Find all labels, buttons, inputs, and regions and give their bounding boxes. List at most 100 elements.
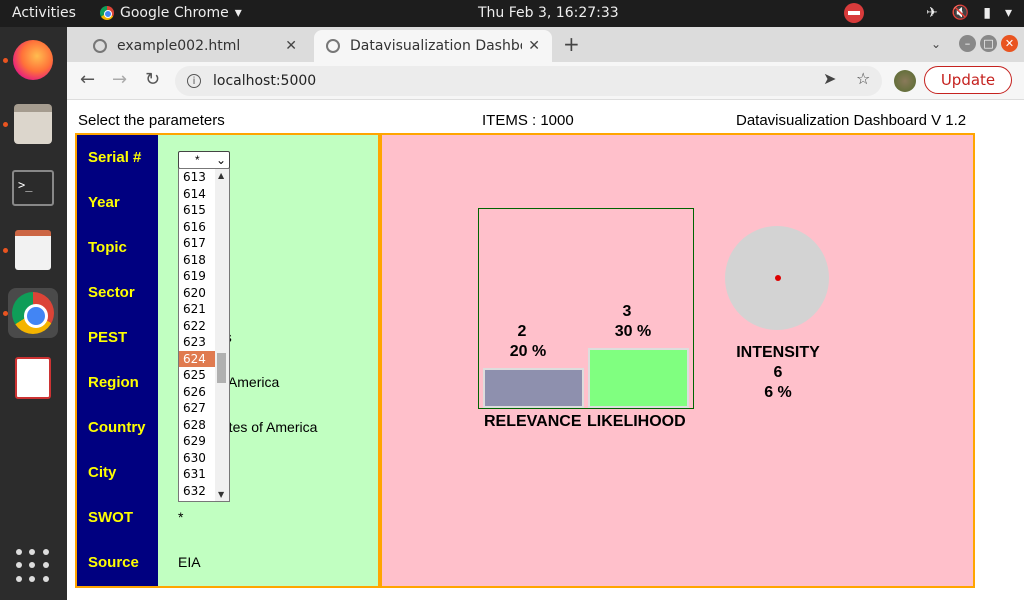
volume-muted-icon: 🔇 — [951, 5, 970, 21]
reload-button[interactable]: ↻ — [145, 69, 160, 90]
close-tab-icon[interactable]: ✕ — [528, 38, 540, 54]
param-value[interactable]: EIA — [178, 554, 201, 570]
bar-value-label: 3 — [622, 303, 632, 320]
param-label: Serial # — [88, 149, 142, 166]
system-top-bar: Activities Google Chrome ▾ Thu Feb 3, 16… — [0, 0, 1024, 27]
dock-terminal[interactable]: >_ — [8, 163, 58, 213]
scroll-up-icon[interactable]: ▲ — [218, 171, 224, 180]
globe-icon — [326, 39, 340, 53]
param-label: Sector — [88, 284, 135, 301]
dropdown-option[interactable]: 617 — [179, 235, 215, 252]
text-editor-icon — [15, 230, 51, 270]
intensity-percent: 6 % — [764, 384, 792, 401]
dropdown-option[interactable]: 618 — [179, 252, 215, 269]
no-entry-icon[interactable] — [844, 3, 865, 23]
close-tab-icon[interactable]: ✕ — [285, 38, 297, 54]
chart-panel: 2 20 % RELEVANCE 3 30 % LIKELIHOOD INTENSITY … — [380, 133, 975, 588]
activities-button[interactable]: Activities — [12, 5, 76, 21]
category-label: RELEVANCE — [484, 413, 582, 430]
serial-select-value: * — [195, 153, 200, 167]
app-menu[interactable]: Google Chrome ▾ — [100, 5, 242, 21]
running-indicator — [3, 122, 8, 127]
dock-files[interactable] — [8, 99, 58, 149]
intensity-value: 6 — [773, 364, 783, 381]
dropdown-option[interactable]: 629 — [179, 433, 215, 450]
param-value[interactable]: * — [178, 509, 183, 525]
dropdown-option[interactable]: 619 — [179, 268, 215, 285]
pdf-icon — [15, 357, 51, 399]
dropdown-option[interactable]: 627 — [179, 400, 215, 417]
dropdown-option[interactable]: 620 — [179, 285, 215, 302]
running-indicator — [3, 58, 8, 63]
dropdown-option[interactable]: 615 — [179, 202, 215, 219]
new-tab-button[interactable]: + — [563, 32, 580, 56]
dropdown-option[interactable]: 624 — [179, 350, 215, 367]
tab-title: Datavisualization Dashbo — [350, 38, 523, 54]
airplane-icon: ✈ — [926, 5, 938, 21]
serial-select[interactable]: * ⌄ — [178, 151, 230, 169]
chrome-icon — [100, 6, 114, 20]
bar-chart — [478, 208, 694, 409]
dropdown-option[interactable]: 632 — [179, 483, 215, 500]
send-icon[interactable]: ➤ — [823, 69, 836, 88]
window-controls: ⌄ – □ ✕ — [931, 35, 1018, 52]
bar-value-label: 2 — [517, 323, 527, 340]
dropdown-option[interactable]: 626 — [179, 384, 215, 401]
more-menu-icon[interactable]: ⋮ — [1017, 70, 1024, 89]
dropdown-option[interactable]: 630 — [179, 450, 215, 467]
intensity-label: INTENSITY — [736, 344, 820, 361]
files-icon — [14, 104, 52, 144]
system-tray[interactable]: ✈ 🔇 ▮ ▾ — [844, 3, 1012, 23]
update-button[interactable]: Update — [924, 66, 1012, 94]
param-value[interactable]: tates of America — [217, 419, 317, 435]
intensity-readout: INTENSITY 6 6 % — [722, 343, 834, 403]
close-window-button[interactable]: ✕ — [1001, 35, 1018, 52]
dropdown-option[interactable]: 621 — [179, 301, 215, 318]
dropdown-option[interactable]: 623 — [179, 334, 215, 351]
scrollbar-thumb[interactable] — [217, 353, 226, 383]
show-applications-icon[interactable] — [16, 549, 50, 583]
chevron-down-icon: ▾ — [234, 5, 242, 21]
dropdown-option[interactable]: 625 — [179, 367, 215, 384]
chevron-down-icon: ⌄ — [215, 153, 226, 167]
address-bar[interactable]: i localhost:5000 — [175, 66, 882, 96]
param-label: PEST — [88, 329, 128, 346]
tab-dashboard[interactable]: Datavisualization Dashbo ✕ — [314, 30, 552, 62]
serial-dropdown-list[interactable]: 613 614 615 616 617 618 619 620 621 622 623 624 625 6… — [178, 168, 230, 502]
param-label: City — [88, 464, 117, 481]
chevron-down-icon: ▾ — [1004, 5, 1012, 21]
intensity-gauge-dot — [775, 275, 781, 281]
tab-strip: example002.html ✕ Datavisualization Dash… — [67, 27, 1024, 62]
dropdown-option[interactable]: 613 — [179, 169, 215, 186]
scroll-down-icon[interactable]: ▼ — [218, 490, 224, 499]
battery-icon: ▮ — [983, 5, 991, 21]
profile-avatar[interactable] — [894, 70, 916, 92]
tab-example002[interactable]: example002.html ✕ — [81, 30, 309, 62]
back-button[interactable]: ← — [80, 69, 95, 90]
dropdown-option[interactable]: 614 — [179, 186, 215, 203]
items-count: ITEMS : 1000 — [482, 112, 574, 129]
tab-search-icon[interactable]: ⌄ — [931, 37, 941, 51]
dropdown-option[interactable]: 622 — [179, 318, 215, 335]
dock-chrome[interactable] — [8, 288, 58, 338]
dock-text-editor[interactable] — [8, 225, 58, 275]
minimize-button[interactable]: – — [959, 35, 976, 52]
dropdown-option[interactable]: 628 — [179, 417, 215, 434]
dock-document-viewer[interactable] — [8, 353, 58, 403]
running-indicator — [3, 248, 8, 253]
dropdown-option[interactable]: 631 — [179, 466, 215, 483]
param-label: SWOT — [88, 509, 133, 526]
dock-firefox[interactable] — [8, 35, 58, 85]
clock[interactable]: Thu Feb 3, 16:27:33 — [478, 5, 619, 21]
forward-button[interactable]: → — [112, 69, 127, 90]
maximize-button[interactable]: □ — [980, 35, 997, 52]
param-label: Source — [88, 554, 139, 571]
dock: >_ — [0, 27, 67, 600]
info-icon[interactable]: i — [187, 74, 201, 88]
dropdown-scrollbar[interactable]: ▲ ▼ — [215, 169, 229, 501]
bookmark-star-icon[interactable]: ☆ — [856, 69, 870, 88]
globe-icon — [93, 39, 107, 53]
param-label: Year — [88, 194, 120, 211]
bar-percent-label: 20 % — [509, 343, 547, 360]
dropdown-option[interactable]: 616 — [179, 219, 215, 236]
